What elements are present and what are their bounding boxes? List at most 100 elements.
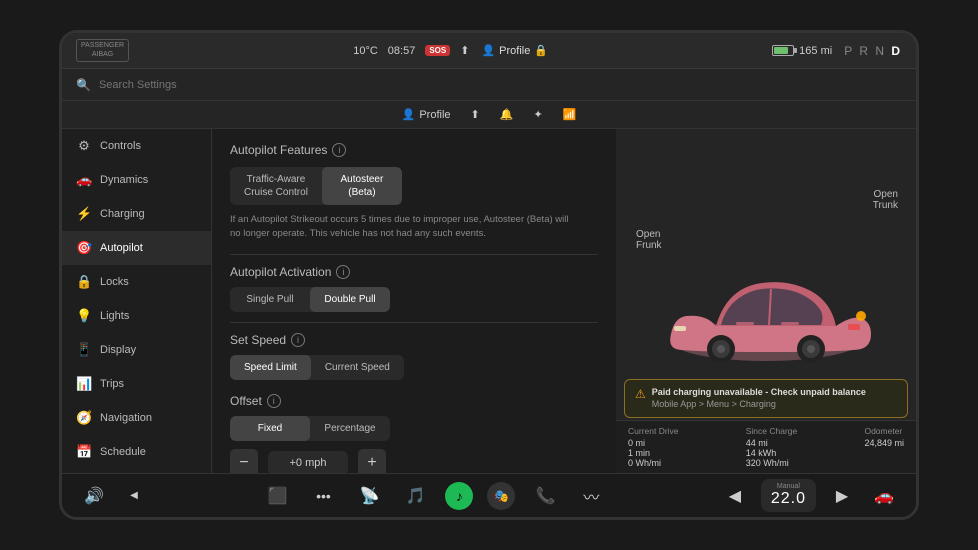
trips-label: Trips [100,378,124,390]
volume-icon: 🔊 [84,486,104,506]
bluetooth-row-item[interactable]: ✦ [533,108,542,121]
trips-icon: 📊 [76,376,92,392]
more-button[interactable]: ••• [307,480,339,512]
sidebar-item-controls[interactable]: ⚙ Controls [62,129,211,163]
profile-row-item[interactable]: 👤 Profile [402,108,451,121]
sidebar-item-lights[interactable]: 💡 Lights [62,299,211,333]
offset-toggle-group: Fixed Percentage [230,416,390,441]
odometer-miles: 24,849 mi [864,438,904,448]
signal-icon: 📶 [563,108,577,121]
music-button[interactable]: 🎭 [487,482,515,510]
sidebar-item-trips[interactable]: 📊 Trips [62,367,211,401]
status-left: PASSENGER AIBAG [76,39,129,62]
media-icon: ⬛ [267,486,287,506]
features-title-text: Autopilot Features [230,143,327,157]
upload-row-icon: ⬆ [471,108,480,121]
right-chevron-button[interactable]: ▶ [826,480,858,512]
vibrate-button[interactable]: 〰 [575,480,607,512]
sos-badge[interactable]: SOS [425,45,450,56]
activation-info-icon[interactable]: i [336,265,350,279]
phone-button[interactable]: 📞 [529,480,561,512]
activation-title-text: Autopilot Activation [230,265,331,279]
more-icon: ••• [316,488,331,504]
upload-row-item[interactable]: ⬆ [471,108,480,121]
profile-button[interactable]: 👤 Profile 🔒 [481,44,548,57]
sidebar-item-charging[interactable]: ⚡ Charging [62,197,211,231]
volume-down-button[interactable]: ◀ [118,480,150,512]
volume-button[interactable]: 🔊 [78,480,110,512]
prnd-n: N [875,44,891,58]
bell-row-item[interactable]: 🔔 [500,108,514,121]
single-pull-btn[interactable]: Single Pull [230,287,310,312]
voice-button[interactable]: 🎵 [399,480,431,512]
charging-icon: ⚡ [76,206,92,222]
right-chevron-icon: ▶ [836,486,848,506]
offset-increase-btn[interactable]: + [358,449,386,474]
features-info-icon[interactable]: i [332,143,346,157]
status-center: 10°C 08:57 SOS ⬆ 👤 Profile 🔒 [353,44,548,57]
left-chevron-button[interactable]: ◀ [719,480,751,512]
sidebar-item-display[interactable]: 📱 Display [62,333,211,367]
voice-icon: 🎵 [405,486,425,506]
profile-row-label: Profile [419,109,450,121]
spotify-button[interactable]: ♪ [445,482,473,510]
signal-row-item[interactable]: 📶 [563,108,577,121]
sidebar-item-locks[interactable]: 🔒 Locks [62,265,211,299]
divider-1 [230,254,598,255]
nav-icon: 📡 [359,486,379,506]
autopilot-toggle-group: Traffic-Aware Cruise Control Autosteer (… [230,167,402,205]
navigation-icon: 🧭 [76,410,92,426]
sidebar-item-dynamics[interactable]: 🚗 Dynamics [62,163,211,197]
current-speed-btn[interactable]: Current Speed [311,355,404,380]
controls-label: Controls [100,140,141,152]
sidebar-item-autopilot[interactable]: 🎯 Autopilot [62,231,211,265]
schedule-label: Schedule [100,446,146,458]
sidebar-item-schedule[interactable]: 📅 Schedule [62,435,211,469]
open-frunk-button[interactable]: Open Frunk [636,229,662,251]
schedule-icon: 📅 [76,444,92,460]
set-speed-title: Set Speed i [230,333,598,347]
autosteer-btn[interactable]: Autosteer (Beta) [322,167,402,205]
car-illustration [656,246,876,376]
set-speed-section: Set Speed i Speed Limit Current Speed [230,333,598,380]
profile-icon: 👤 [481,44,495,57]
double-pull-btn[interactable]: Double Pull [310,287,390,312]
percentage-btn[interactable]: Percentage [310,416,390,441]
offset-decrease-btn[interactable]: − [230,449,258,474]
since-charge-efficiency: 320 Wh/mi [746,458,798,468]
media-button[interactable]: ⬛ [261,480,293,512]
autopilot-label: Autopilot [100,242,143,254]
car-status-button[interactable]: 🚗 [868,480,900,512]
prnd-display: P R N D [844,44,902,58]
since-charge-label: Since Charge [746,426,798,436]
offset-title: Offset i [230,394,598,408]
sidebar-item-navigation[interactable]: 🧭 Navigation [62,401,211,435]
offset-section: Offset i Fixed Percentage − +0 mph + [230,394,598,474]
car-status-icon: 🚗 [874,486,894,506]
nav-button[interactable]: 📡 [353,480,385,512]
since-charge-kwh: 14 kWh [746,448,798,458]
speed-limit-btn[interactable]: Speed Limit [230,355,311,380]
controls-icon: ⚙ [76,138,92,154]
offset-info-icon[interactable]: i [267,394,281,408]
traffic-aware-btn[interactable]: Traffic-Aware Cruise Control [230,167,322,205]
taskbar-center: ⬛ ••• 📡 🎵 ♪ 🎭 📞 [261,480,607,512]
prnd-p: P [844,44,859,58]
lock-icon: 🔒 [534,44,548,57]
set-speed-info-icon[interactable]: i [291,333,305,347]
warning-sub: Mobile App > Menu > Charging [652,398,866,411]
open-trunk-button[interactable]: Open Trunk [873,189,898,211]
battery-fill [774,47,788,54]
profile-row: 👤 Profile ⬆ 🔔 ✦ 📶 [62,101,916,129]
odometer-stat: Odometer 24,849 mi [864,426,904,468]
search-bar: 🔍 [62,69,916,101]
offset-value-display: +0 mph [268,451,348,474]
offset-title-text: Offset [230,394,262,408]
status-right: 165 mi P R N D [772,44,902,58]
divider-2 [230,322,598,323]
search-input[interactable] [99,79,902,91]
fixed-btn[interactable]: Fixed [230,416,310,441]
car-panel: Open Frunk Open Trunk [616,129,916,473]
taskbar: 🔊 ◀ ⬛ ••• 📡 🎵 [62,473,916,517]
speed-toggle-group: Speed Limit Current Speed [230,355,404,380]
